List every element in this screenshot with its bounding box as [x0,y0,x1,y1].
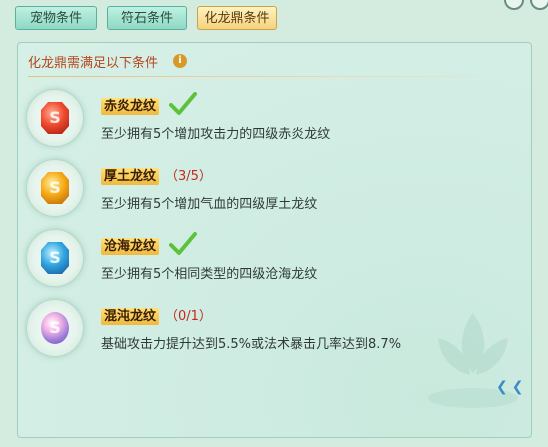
panel-title: 化龙鼎需满足以下条件 [28,56,159,71]
tab-rune-conditions[interactable]: 符石条件 [107,6,187,30]
condition-progress: （0/1） [165,309,212,324]
gem-frame: S [26,229,84,287]
condition-description: 至少拥有5个增加攻击力的四级赤炎龙纹 [101,127,331,142]
scroll-arrows-icon: ❮❮ [496,379,528,395]
condition-name: 沧海龙纹 [101,238,160,255]
conditions-panel: 化龙鼎需满足以下条件 i S 赤炎龙纹 至少拥有5个增加攻击力的四级赤炎龙纹 S… [17,42,532,438]
gem-frame: S [26,299,84,357]
check-icon [169,92,197,115]
condition-row: S 赤炎龙纹 至少拥有5个增加攻击力的四级赤炎龙纹 [18,87,531,153]
condition-description: 至少拥有5个增加气血的四级厚土龙纹 [101,197,318,212]
window-button-icon[interactable] [504,0,524,10]
tab-dragon-cauldron-conditions[interactable]: 化龙鼎条件 [197,6,277,30]
condition-row: S 沧海龙纹 至少拥有5个相同类型的四级沧海龙纹 [18,227,531,293]
title-divider [28,76,521,77]
info-icon[interactable]: i [173,54,187,68]
gem-frame: S [26,89,84,147]
check-icon [169,232,197,255]
gem-frame: S [26,159,84,217]
condition-row: S 混沌龙纹 （0/1） 基础攻击力提升达到5.5%或法术暴击几率达到8.7% [18,297,531,363]
tab-bar: 宠物条件 符石条件 化龙鼎条件 [0,0,548,40]
condition-description: 至少拥有5个相同类型的四级沧海龙纹 [101,267,318,282]
yellow-gem-icon: S [41,172,69,204]
chaos-gem-icon: S [41,312,69,344]
condition-name: 厚土龙纹 [101,168,160,185]
tab-pet-conditions[interactable]: 宠物条件 [15,6,97,30]
red-gem-icon: S [41,102,69,134]
condition-progress: （3/5） [165,169,212,184]
close-icon[interactable] [530,0,548,10]
blue-gem-icon: S [41,242,69,274]
condition-name: 混沌龙纹 [101,308,160,325]
condition-name: 赤炎龙纹 [101,98,160,115]
condition-description: 基础攻击力提升达到5.5%或法术暴击几率达到8.7% [101,337,402,352]
condition-row: S 厚土龙纹 （3/5） 至少拥有5个增加气血的四级厚土龙纹 [18,157,531,223]
